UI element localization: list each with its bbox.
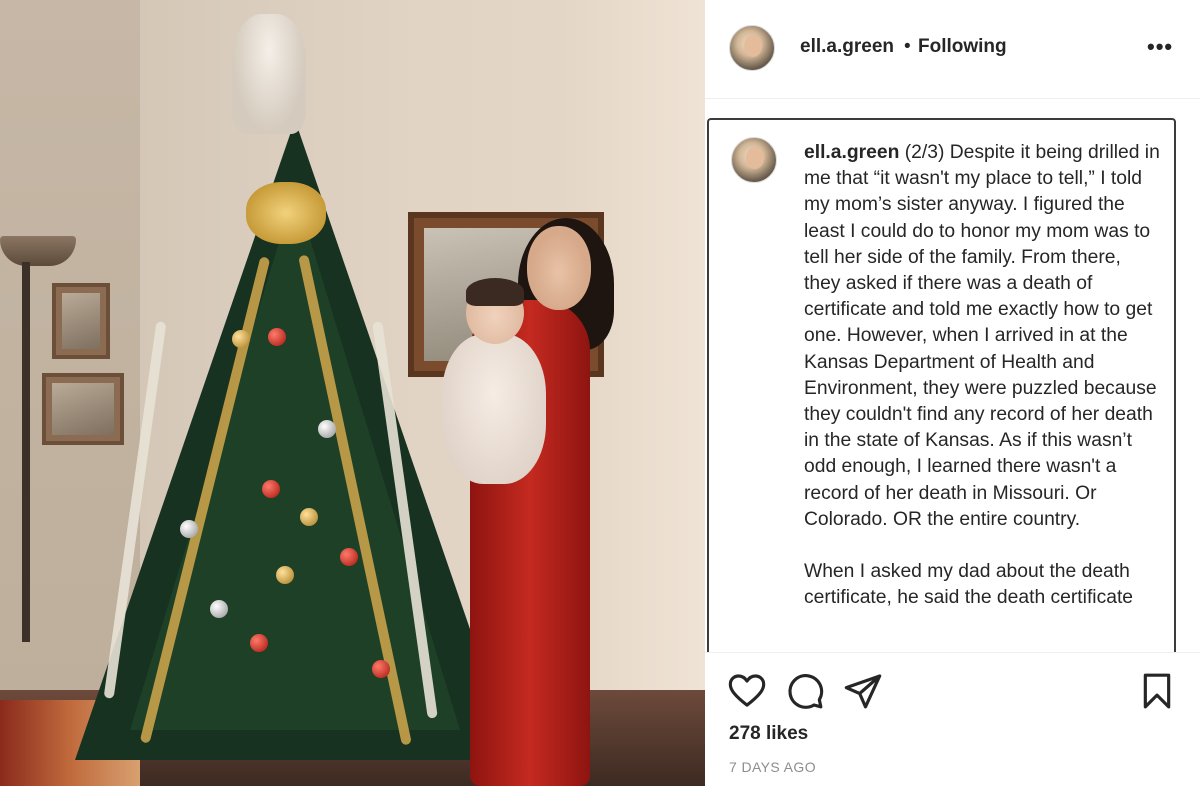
share-icon[interactable] [843,671,883,711]
post-timestamp[interactable]: 7 DAYS AGO [729,759,816,775]
caption-section[interactable]: ell.a.green (2/3) Despite it being drill… [707,118,1176,652]
more-horizontal-icon[interactable]: ••• [1147,34,1173,60]
header-username[interactable]: ell.a.green [800,36,894,58]
photo-ornament [180,520,198,538]
photo-ornament [262,480,280,498]
photo-lamp-pole [22,262,30,642]
post-photo[interactable] [0,0,705,786]
photo-tree-angel [232,14,306,134]
heart-icon[interactable] [727,671,767,711]
caption-username[interactable]: ell.a.green [804,142,899,163]
caption-body: (2/3) Despite it being drilled in me tha… [804,142,1160,609]
likes-count[interactable]: 278 likes [729,723,808,745]
photo-ornament [250,634,268,652]
comment-icon[interactable] [785,671,825,711]
bookmark-icon[interactable] [1137,671,1177,711]
photo-baby-hair [466,278,524,306]
photo-baby [442,334,546,484]
post-side-panel: ell.a.green • Following ••• ell.a.green … [705,0,1200,786]
avatar[interactable] [731,137,777,183]
photo-ornament [210,600,228,618]
photo-ornament [340,548,358,566]
photo-ornament [300,508,318,526]
photo-ornament [318,420,336,438]
photo-ornament [232,330,250,348]
photo-ornament [268,328,286,346]
photo-woman-face [527,226,591,310]
post-header: ell.a.green • Following ••• [705,0,1200,99]
photo-ornament [276,566,294,584]
caption-text: ell.a.green (2/3) Despite it being drill… [804,140,1160,612]
photo-tree-bow [246,182,326,244]
photo-ornament [372,660,390,678]
photo-tree-shade [130,190,460,730]
avatar[interactable] [729,25,775,71]
separator-dot: • [904,36,911,57]
post-actions: 278 likes 7 DAYS AGO [705,652,1200,786]
following-button[interactable]: Following [918,36,1007,58]
